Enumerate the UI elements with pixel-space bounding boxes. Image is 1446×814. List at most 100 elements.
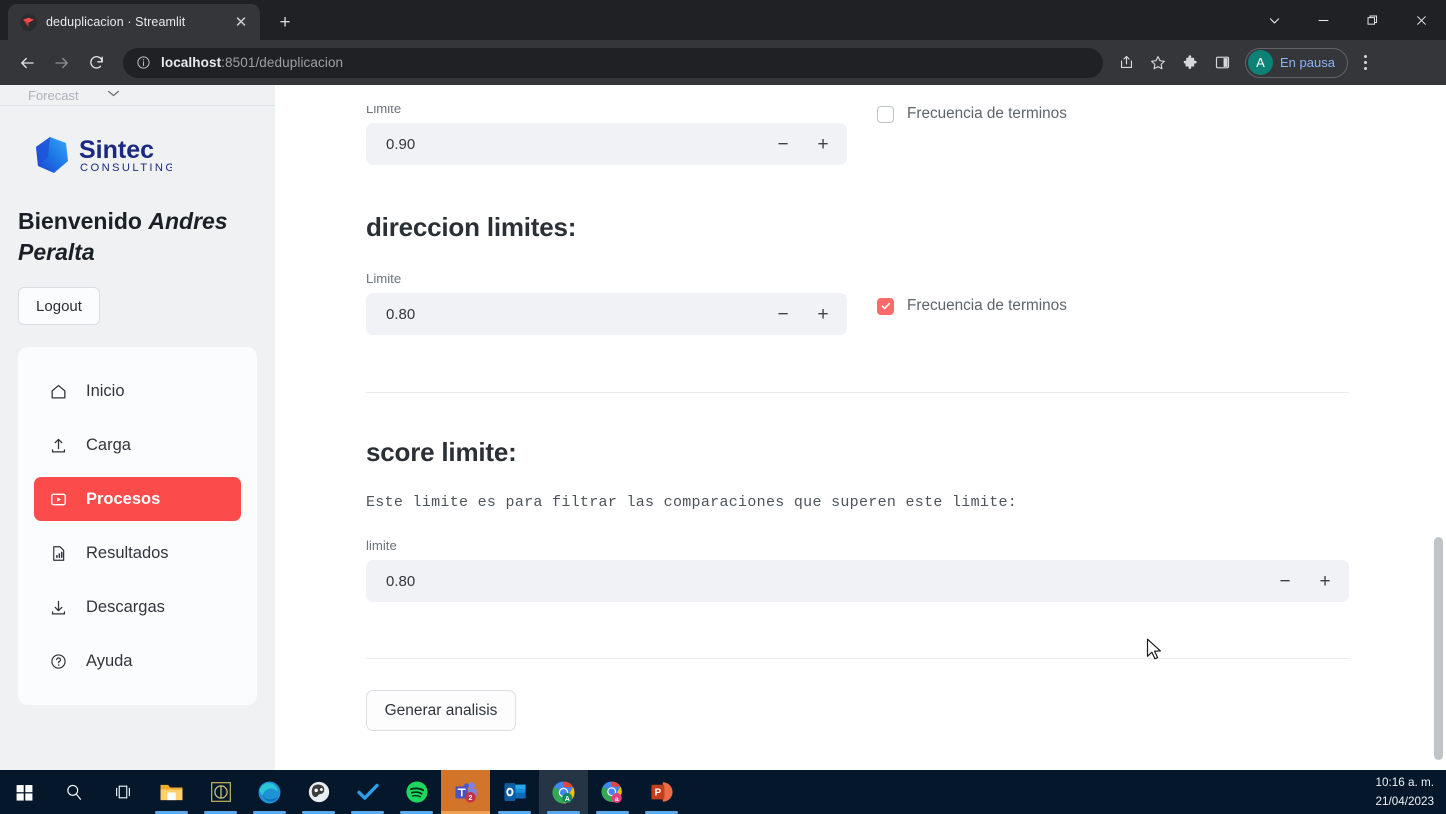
search-button[interactable] — [49, 770, 98, 814]
home-icon — [48, 381, 69, 402]
google-chrome[interactable]: A — [539, 770, 588, 814]
share-icon[interactable] — [1111, 48, 1141, 78]
score-limite-title: score limite: — [366, 437, 517, 467]
checkbox-label: Frecuencia de terminos — [907, 105, 1067, 122]
checkbox-label: Frecuencia de terminos — [907, 297, 1067, 314]
task-view-button[interactable] — [98, 770, 147, 814]
checkbox-checked-icon[interactable] — [877, 297, 894, 315]
page-top-strip: Forecast — [0, 85, 1446, 106]
direccion-limites-title: direccion limites: — [366, 212, 577, 242]
app-pinned[interactable] — [196, 770, 245, 814]
forward-button[interactable] — [45, 46, 78, 79]
sidebar-item-carga[interactable]: Carga — [34, 423, 241, 467]
back-button[interactable] — [10, 46, 43, 79]
profile-status-text: En pausa — [1280, 55, 1335, 70]
sidebar-item-label: Procesos — [86, 489, 161, 508]
page-scrollbar[interactable] — [1430, 85, 1446, 770]
bookmark-star-icon[interactable] — [1143, 48, 1173, 78]
sidebar-item-ayuda[interactable]: Ayuda — [34, 639, 241, 683]
browser-tab[interactable]: deduplicacion · Streamlit ✕ — [8, 4, 260, 40]
sidebar-item-descargas[interactable]: Descargas — [34, 585, 241, 629]
kebab-menu-icon[interactable] — [1352, 48, 1380, 78]
sidebar-item-resultados[interactable]: Resultados — [34, 531, 241, 575]
section-divider-2 — [366, 658, 1349, 659]
todo-app[interactable] — [343, 770, 392, 814]
svg-text:CONSULTING: CONSULTING — [80, 162, 172, 174]
file-explorer[interactable] — [147, 770, 196, 814]
mouse-cursor — [1146, 638, 1163, 667]
streamlit-favicon — [20, 13, 37, 31]
tab-close-icon[interactable]: ✕ — [230, 11, 252, 33]
play-box-icon — [48, 489, 69, 510]
windows-taskbar: 2 A a P 10:16 a. m. 21/04/2023 — [0, 770, 1446, 814]
sidebar-nav: Inicio Carga Procesos Resultados Descarg… — [18, 347, 257, 706]
limit-1-stepper[interactable]: 0.90 − + — [366, 123, 847, 165]
side-panel-icon[interactable] — [1207, 48, 1237, 78]
sidebar-item-label: Inicio — [86, 381, 125, 400]
frecuencia-terminos-checkbox-1[interactable]: Frecuencia de terminos — [877, 105, 1350, 123]
limit-3-label: limite — [366, 538, 397, 553]
powerpoint[interactable]: P — [637, 770, 686, 814]
checkbox-unchecked-icon[interactable] — [877, 105, 894, 123]
generar-analisis-button[interactable]: Generar analisis — [366, 690, 516, 731]
spotify[interactable] — [392, 770, 441, 814]
close-window-button[interactable] — [1397, 0, 1446, 40]
reload-button[interactable] — [80, 46, 113, 79]
browser-window: deduplicacion · Streamlit ✕ + localhost:… — [0, 0, 1446, 814]
microsoft-teams[interactable]: 2 — [441, 770, 490, 814]
profile-chip[interactable]: A En pausa — [1245, 47, 1348, 78]
download-icon — [48, 597, 69, 618]
url-host: localhost — [161, 55, 222, 70]
browser-app[interactable] — [294, 770, 343, 814]
address-bar-text: localhost:8501/deduplicacion — [161, 55, 343, 70]
minimize-button[interactable] — [1299, 0, 1348, 40]
forecast-selector-label: Forecast — [28, 87, 79, 103]
sidebar-item-inicio[interactable]: Inicio — [34, 369, 241, 413]
limit-1-increment-button[interactable]: + — [803, 125, 843, 163]
browser-toolbar: localhost:8501/deduplicacion A En pausa — [0, 40, 1446, 85]
sidebar-item-label: Resultados — [86, 543, 169, 562]
frecuencia-terminos-checkbox-2[interactable]: Frecuencia de terminos — [877, 297, 1350, 315]
forecast-selector[interactable]: Forecast — [0, 85, 275, 106]
score-limite-description: Este limite es para filtrar las comparac… — [366, 494, 1018, 511]
limit-block-1: Limite 0.90 − + Frecuencia de terminos — [366, 101, 1350, 165]
limit-3-value[interactable]: 0.80 — [386, 573, 1265, 590]
taskbar-clock[interactable]: 10:16 a. m. 21/04/2023 — [1376, 773, 1446, 812]
clock-date: 21/04/2023 — [1375, 795, 1435, 808]
limit-3-decrement-button[interactable]: − — [1265, 562, 1305, 600]
limit-2-increment-button[interactable]: + — [803, 295, 843, 333]
tab-search-button[interactable] — [1250, 0, 1299, 40]
limit-2-value[interactable]: 0.80 — [386, 306, 763, 323]
limit-1-value[interactable]: 0.90 — [386, 136, 763, 153]
address-bar[interactable]: localhost:8501/deduplicacion — [123, 47, 1103, 78]
limit-2-stepper[interactable]: 0.80 − + — [366, 293, 847, 335]
section-divider-1 — [366, 392, 1349, 393]
logout-button[interactable]: Logout — [18, 287, 100, 326]
start-button[interactable] — [0, 770, 49, 814]
google-chrome-2[interactable]: a — [588, 770, 637, 814]
url-path: :8501/deduplicacion — [221, 55, 344, 70]
maximize-restore-button[interactable] — [1348, 0, 1397, 40]
sidebar-item-procesos[interactable]: Procesos — [34, 477, 241, 522]
svg-text:a: a — [615, 795, 619, 802]
limit-1-decrement-button[interactable]: − — [763, 125, 803, 163]
sidebar-item-label: Ayuda — [86, 651, 133, 670]
question-circle-icon — [48, 651, 69, 672]
sidebar-item-label: Carga — [86, 435, 131, 454]
tab-strip: deduplicacion · Streamlit ✕ + — [0, 0, 1446, 40]
direccion-limites-section: direccion limites: Limite 0.80 − + Frecu… — [366, 212, 1350, 335]
new-tab-button[interactable]: + — [270, 7, 300, 37]
welcome-prefix: Bienvenido — [18, 208, 142, 234]
limit-2-decrement-button[interactable]: − — [763, 295, 803, 333]
limit-3-stepper[interactable]: 0.80 − + — [366, 560, 1349, 602]
site-info-icon[interactable] — [136, 55, 151, 70]
extensions-puzzle-icon[interactable] — [1175, 48, 1205, 78]
limit-2-label: Limite — [366, 271, 402, 286]
scrollbar-thumb[interactable] — [1434, 537, 1443, 760]
clock-time: 10:16 a. m. — [1375, 775, 1434, 789]
sidebar-item-label: Descargas — [86, 597, 165, 616]
upload-icon — [48, 435, 69, 456]
microsoft-edge[interactable] — [245, 770, 294, 814]
microsoft-outlook[interactable] — [490, 770, 539, 814]
limit-3-increment-button[interactable]: + — [1305, 562, 1345, 600]
